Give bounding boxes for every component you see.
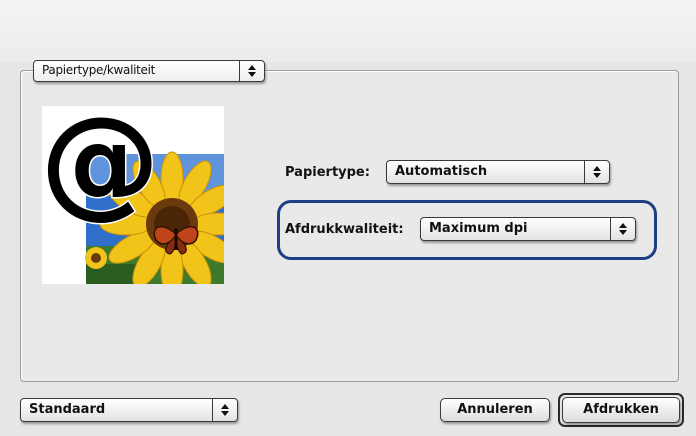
- up-down-arrows-icon: [584, 161, 609, 183]
- paper-type-popup[interactable]: Automatisch: [386, 160, 610, 184]
- up-down-arrows-icon: [212, 399, 237, 421]
- cancel-button[interactable]: Annuleren: [440, 398, 550, 422]
- print-button[interactable]: Afdrukken: [562, 397, 680, 423]
- at-sign-sunflower-preview-icon: @: [39, 91, 245, 297]
- preset-selector-popup[interactable]: Standaard: [20, 398, 238, 422]
- section-selector-popup[interactable]: Papiertype/kwaliteit: [33, 60, 265, 82]
- up-down-arrows-icon: [239, 61, 264, 81]
- preset-selector-value: Standaard: [29, 402, 106, 417]
- svg-text:@: @: [42, 106, 160, 231]
- print-quality-label: Afdrukkwaliteit:: [285, 222, 404, 237]
- paper-type-value: Automatisch: [395, 164, 488, 179]
- print-quality-popup[interactable]: Maximum dpi: [420, 217, 636, 241]
- paper-preview-image: @: [39, 91, 245, 297]
- up-down-arrows-icon: [610, 218, 635, 240]
- dialog-top-area: [0, 0, 696, 62]
- section-selector-value: Papiertype/kwaliteit: [42, 63, 156, 77]
- paper-type-label: Papiertype:: [285, 165, 370, 180]
- print-quality-value: Maximum dpi: [429, 221, 528, 236]
